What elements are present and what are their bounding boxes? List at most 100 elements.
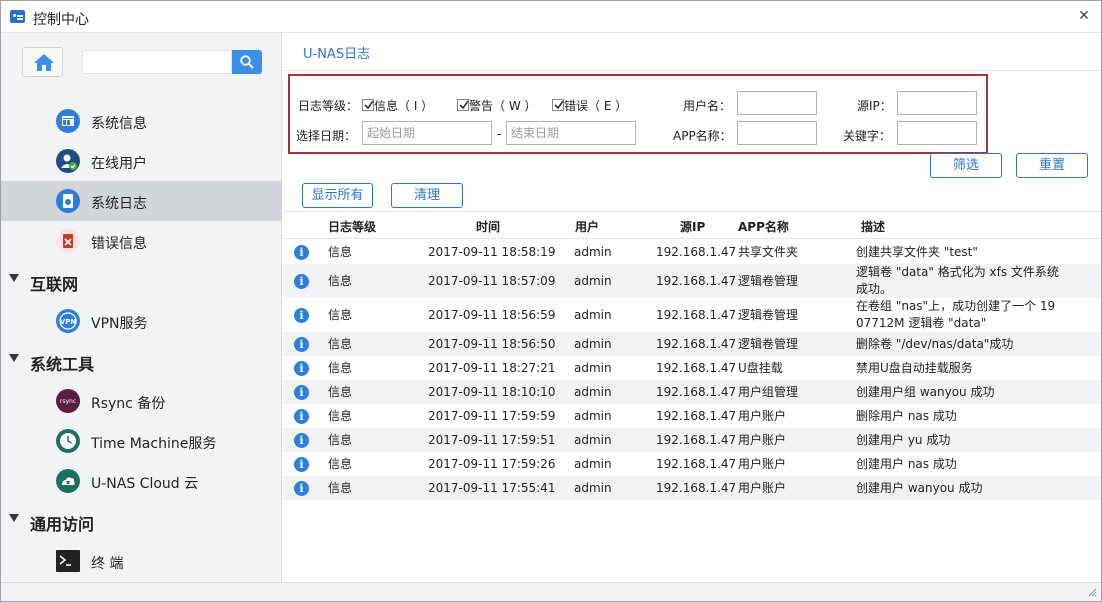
resize-grip-icon[interactable] <box>1087 587 1097 597</box>
cell-ip: 192.168.1.47 <box>656 456 737 471</box>
cell-ip: 192.168.1.47 <box>656 408 737 423</box>
header-description[interactable]: 描述 <box>861 218 885 235</box>
sidebar-item-cloud[interactable]: U-NAS Cloud 云 <box>1 461 282 501</box>
sidebar-section[interactable]: 互联网 <box>1 261 282 301</box>
cell-app: 逻辑卷管理 <box>738 273 799 288</box>
cell-description: 在卷组 "nas"上，成功创建了一个 19 <box>856 299 1056 313</box>
cell-user: admin <box>574 384 612 399</box>
title-bar: 控制中心 ✕ <box>1 1 1101 33</box>
sidebar-item-system-log[interactable]: 系统日志 <box>1 181 282 221</box>
sidebar-item-online-user[interactable]: 在线用户 <box>1 141 282 181</box>
clear-button[interactable]: 清理 <box>391 183 463 208</box>
status-bar <box>1 582 1101 601</box>
sidebar-item-rsync[interactable]: rsync Rsync 备份 <box>1 381 282 421</box>
header-time[interactable]: 时间 <box>476 218 500 235</box>
cell-ip: 192.168.1.47 <box>656 360 737 375</box>
sidebar-section-label: 通用访问 <box>30 515 95 534</box>
cell-app: 共享文件夹 <box>738 244 799 259</box>
caret-down-icon[interactable] <box>9 354 19 362</box>
cell-app: 用户账户 <box>738 408 787 423</box>
table-row[interactable]: i 信息 2017-09-11 18:56:50 admin 192.168.1.47 逻… <box>283 332 1101 356</box>
end-date-input[interactable] <box>506 121 636 145</box>
cell-user: admin <box>574 360 612 375</box>
cell-level: 信息 <box>328 480 353 495</box>
home-button[interactable] <box>22 47 63 77</box>
date-range-dash: - <box>497 127 502 141</box>
info-icon: i <box>294 480 309 496</box>
cell-time: 2017-09-11 17:59:26 <box>428 456 556 471</box>
info-icon: i <box>294 456 309 472</box>
sidebar-section-label: 互联网 <box>30 275 79 294</box>
cell-level: 信息 <box>328 336 353 351</box>
sidebar-item-time-machine[interactable]: Time Machine服务 <box>1 421 282 461</box>
cell-level: 信息 <box>328 408 353 423</box>
sidebar-item-label: 终 端 <box>91 556 124 572</box>
cell-time: 2017-09-11 18:56:59 <box>428 307 556 322</box>
sidebar-item-system-info[interactable]: 系统信息 <box>1 101 282 141</box>
caret-down-icon[interactable] <box>9 514 19 522</box>
cell-user: admin <box>574 273 612 288</box>
info-icon: i <box>294 307 309 323</box>
filter-button[interactable]: 筛选 <box>930 153 1002 178</box>
start-date-input[interactable] <box>362 121 492 145</box>
keyword-input[interactable] <box>897 121 977 145</box>
checkbox-info-label: 信息（ I ） <box>374 99 434 113</box>
table-row[interactable]: i 信息 2017-09-11 18:58:19 admin 192.168.1.47 共… <box>283 240 1101 264</box>
keyword-label: 关键字： <box>843 129 892 143</box>
header-user[interactable]: 用户 <box>575 218 599 235</box>
search-button[interactable] <box>232 50 262 74</box>
cell-user: admin <box>574 456 612 471</box>
header-level[interactable]: 日志等级 <box>328 218 376 235</box>
system-log-icon <box>56 189 80 213</box>
home-icon <box>34 54 54 71</box>
cell-description: 删除用户 nas 成功 <box>856 408 957 423</box>
date-label: 选择日期： <box>296 129 357 143</box>
cell-user: admin <box>574 244 612 259</box>
username-input[interactable] <box>737 91 817 115</box>
reset-button[interactable]: 重置 <box>1016 153 1088 178</box>
caret-down-icon[interactable] <box>9 274 19 282</box>
sidebar-item-error-info[interactable]: 错误信息 <box>1 221 282 261</box>
cell-description: 逻辑卷 "data" 格式化为 xfs 文件系统 <box>856 265 1059 279</box>
table-row[interactable]: i 信息 2017-09-11 18:27:21 admin 192.168.1.47 U… <box>283 356 1101 380</box>
cell-level: 信息 <box>328 456 353 471</box>
table-row[interactable]: i 信息 2017-09-11 18:57:09 admin 192.168.1.47 逻… <box>283 264 1101 298</box>
search-input[interactable] <box>82 50 232 74</box>
cell-level: 信息 <box>328 360 353 375</box>
close-icon[interactable]: ✕ <box>1075 7 1093 25</box>
cell-app: U盘挂载 <box>738 360 783 375</box>
checkbox-error[interactable] <box>552 99 564 111</box>
table-row[interactable]: i 信息 2017-09-11 18:56:59 admin 192.168.1.47 逻… <box>283 298 1101 332</box>
cell-app: 用户账户 <box>738 480 787 495</box>
cell-user: admin <box>574 336 612 351</box>
table-row[interactable]: i 信息 2017-09-11 17:55:41 admin 192.168.1.47 用… <box>283 476 1101 500</box>
show-all-button[interactable]: 显示所有 <box>302 183 373 208</box>
cell-description: 成功。 <box>856 282 893 296</box>
table-row[interactable]: i 信息 2017-09-11 17:59:59 admin 192.168.1.47 用… <box>283 404 1101 428</box>
sidebar-item-terminal[interactable]: 终 端 <box>1 541 282 581</box>
sidebar-section[interactable]: 通用访问 <box>1 501 282 541</box>
header-source-ip[interactable]: 源IP <box>680 218 705 235</box>
cell-ip: 192.168.1.47 <box>656 244 737 259</box>
checkbox-warning-label: 警告（ W ） <box>469 99 537 113</box>
cell-description: 创建用户 yu 成功 <box>856 432 951 447</box>
rsync-icon: rsync <box>56 389 80 413</box>
table-row[interactable]: i 信息 2017-09-11 17:59:51 admin 192.168.1.47 用… <box>283 428 1101 452</box>
sidebar-section[interactable]: 系统工具 <box>1 341 282 381</box>
online-user-icon <box>56 149 80 173</box>
sidebar-item-vpn[interactable]: VPN VPN服务 <box>1 301 282 341</box>
cell-time: 2017-09-11 18:27:21 <box>428 360 556 375</box>
header-app-name[interactable]: APP名称 <box>738 218 789 235</box>
sidebar-item-label: VPN服务 <box>91 316 148 332</box>
table-row[interactable]: i 信息 2017-09-11 17:59:26 admin 192.168.1.47 用… <box>283 452 1101 476</box>
checkbox-warning[interactable] <box>457 99 469 111</box>
cell-ip: 192.168.1.47 <box>656 480 737 495</box>
cell-level: 信息 <box>328 384 353 399</box>
app-name-input[interactable] <box>737 121 817 145</box>
source-ip-input[interactable] <box>897 91 977 115</box>
table-row[interactable]: i 信息 2017-09-11 18:10:10 admin 192.168.1.47 用… <box>283 380 1101 404</box>
time-machine-icon <box>56 429 80 453</box>
cell-ip: 192.168.1.47 <box>656 307 737 322</box>
log-filter-panel: 日志等级： 信息（ I ） 警告（ W ） 错误（ E ） 用户名： 源IP： … <box>288 74 988 154</box>
checkbox-info[interactable] <box>362 99 374 111</box>
